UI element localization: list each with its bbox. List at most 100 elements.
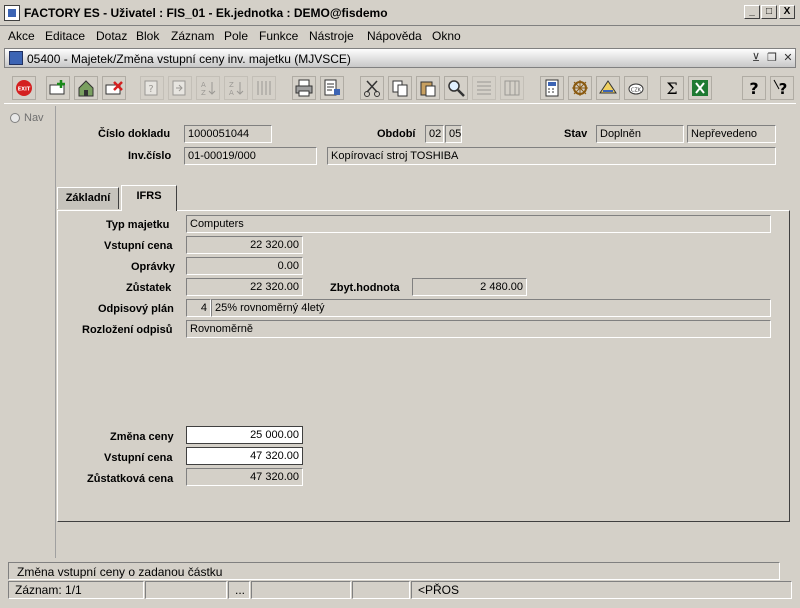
execute-query-button[interactable] bbox=[168, 76, 192, 100]
status-cell-5 bbox=[352, 581, 410, 599]
print-button[interactable] bbox=[292, 76, 316, 100]
nav-radio[interactable] bbox=[10, 113, 20, 123]
sort-asc-button[interactable]: AZ bbox=[196, 76, 220, 100]
nova-vstupni-cena-field[interactable]: 47 320.00 bbox=[186, 447, 303, 465]
zustatkova-cena-label: Zůstatková cena bbox=[87, 473, 174, 485]
status-message: Změna vstupní ceny o zadanou částku bbox=[8, 562, 780, 580]
app-title: FACTORY ES - Uživatel : FIS_01 - Ek.jedn… bbox=[24, 6, 388, 20]
status-cell-2 bbox=[145, 581, 227, 599]
form-close-icon[interactable]: ✕ bbox=[781, 51, 795, 65]
zustatek-field[interactable]: 22 320.00 bbox=[186, 278, 303, 296]
close-button[interactable]: X bbox=[779, 5, 795, 19]
toolbar: EXIT ? AZ ZA CZK Σ ? ? bbox=[4, 72, 796, 104]
nav-label: Nav bbox=[24, 112, 44, 124]
zmena-ceny-input[interactable]: 25 000.00 bbox=[186, 426, 303, 444]
menu-blok[interactable]: Blok bbox=[136, 29, 159, 43]
exit-icon: EXIT bbox=[16, 80, 32, 96]
cut-button[interactable] bbox=[360, 76, 384, 100]
inv-cislo-field[interactable]: 01-00019/000 bbox=[184, 147, 317, 165]
context-help-button[interactable]: ? bbox=[770, 76, 794, 100]
tab-zakladni[interactable]: Základní bbox=[57, 187, 119, 209]
odpisovy-plan-field[interactable]: 25% rovnoměrný 4letý bbox=[211, 299, 771, 317]
print-preview-button[interactable] bbox=[320, 76, 344, 100]
obdobi-label: Období bbox=[377, 128, 416, 140]
menu-akce[interactable]: Akce bbox=[8, 29, 35, 43]
list-button[interactable] bbox=[472, 76, 496, 100]
menu-nastroje[interactable]: Nástroje bbox=[309, 29, 354, 43]
rozlozeni-odpisu-field[interactable]: Rovnoměrně bbox=[186, 320, 771, 338]
zustatkova-cena-field[interactable]: 47 320.00 bbox=[186, 468, 303, 486]
svg-text:?: ? bbox=[148, 84, 153, 95]
menu-funkce[interactable]: Funkce bbox=[259, 29, 298, 43]
sort-multi-button[interactable] bbox=[252, 76, 276, 100]
app-icon bbox=[4, 5, 20, 21]
menu-editace[interactable]: Editace bbox=[45, 29, 85, 43]
currency-button[interactable]: CZK bbox=[624, 76, 648, 100]
obdobi-rok-field[interactable]: 05 bbox=[445, 125, 462, 143]
delete-record-icon bbox=[105, 81, 123, 95]
menu-bar: Akce Editace Dotaz Blok Záznam Pole Funk… bbox=[0, 26, 800, 46]
copy-icon bbox=[392, 80, 408, 97]
calculator-icon bbox=[545, 79, 559, 97]
svg-text:EXIT: EXIT bbox=[18, 87, 31, 93]
svg-text:Z: Z bbox=[229, 81, 234, 89]
menu-okno[interactable]: Okno bbox=[432, 29, 461, 43]
svg-text:Z: Z bbox=[201, 89, 206, 97]
stav-prevedeno-field[interactable]: Nepřevedeno bbox=[687, 125, 776, 143]
calculator-button[interactable] bbox=[540, 76, 564, 100]
popis-majetku-field[interactable]: Kopírovací stroj TOSHIBA bbox=[327, 147, 776, 165]
sort-desc-icon: ZA bbox=[229, 81, 244, 97]
sort-desc-button[interactable]: ZA bbox=[224, 76, 248, 100]
enter-query-button[interactable]: ? bbox=[140, 76, 164, 100]
typ-majetku-field[interactable]: Computers bbox=[186, 215, 771, 233]
excel-export-button[interactable] bbox=[688, 76, 712, 100]
hierarchy-button[interactable] bbox=[596, 76, 620, 100]
maximize-button[interactable]: □ bbox=[761, 5, 777, 19]
svg-text:?: ? bbox=[749, 79, 758, 97]
menu-pole[interactable]: Pole bbox=[224, 29, 248, 43]
menu-napoveda[interactable]: Nápověda bbox=[367, 29, 422, 43]
paste-button[interactable] bbox=[416, 76, 440, 100]
stav-doplnen-field[interactable]: Doplněn bbox=[596, 125, 684, 143]
vstupni-cena-field[interactable]: 22 320.00 bbox=[186, 236, 303, 254]
odpisovy-plan-label: Odpisový plán bbox=[98, 303, 174, 315]
save-button[interactable] bbox=[74, 76, 98, 100]
obdobi-mesic-field[interactable]: 02 bbox=[425, 125, 444, 143]
svg-text:A: A bbox=[229, 89, 234, 97]
find-button[interactable] bbox=[444, 76, 468, 100]
stav-label: Stav bbox=[564, 128, 588, 140]
typ-majetku-label: Typ majetku bbox=[106, 219, 170, 231]
columns-icon bbox=[504, 80, 520, 96]
sum-button[interactable]: Σ bbox=[660, 76, 684, 100]
save-icon bbox=[78, 80, 94, 97]
form-restore-icon[interactable]: ❐ bbox=[765, 51, 779, 65]
context-help-icon: ? bbox=[773, 79, 787, 97]
tab-ifrs[interactable]: IFRS bbox=[121, 185, 177, 211]
opravky-field[interactable]: 0.00 bbox=[186, 257, 303, 275]
delete-record-button[interactable] bbox=[102, 76, 126, 100]
form-window-title: 05400 - Majetek/Změna vstupní ceny inv. … bbox=[27, 52, 351, 66]
insert-record-button[interactable] bbox=[46, 76, 70, 100]
nav-panel: Nav bbox=[4, 106, 56, 558]
status-record-count: Záznam: 1/1 bbox=[8, 581, 144, 599]
currency-icon: CZK bbox=[628, 83, 644, 95]
svg-text:A: A bbox=[201, 81, 206, 89]
help-icon: ? bbox=[749, 79, 758, 97]
odpisovy-plan-kod-field[interactable]: 4 bbox=[186, 299, 211, 317]
help-button[interactable]: ? bbox=[742, 76, 766, 100]
navigation-wheel-button[interactable] bbox=[568, 76, 592, 100]
app-title-bar[interactable]: FACTORY ES - Uživatel : FIS_01 - Ek.jedn… bbox=[0, 0, 800, 26]
minimize-button[interactable]: _ bbox=[744, 5, 760, 19]
columns-button[interactable] bbox=[500, 76, 524, 100]
inv-cislo-label: Inv.číslo bbox=[128, 150, 172, 162]
find-icon bbox=[448, 80, 465, 97]
menu-zaznam[interactable]: Záznam bbox=[171, 29, 214, 43]
form-window-title-bar[interactable]: 05400 - Majetek/Změna vstupní ceny inv. … bbox=[4, 48, 796, 68]
exit-button[interactable]: EXIT bbox=[12, 76, 36, 100]
form-minimize-icon[interactable]: ⊻ bbox=[749, 51, 763, 65]
cislo-dokladu-field[interactable]: 1000051044 bbox=[184, 125, 272, 143]
menu-dotaz[interactable]: Dotaz bbox=[96, 29, 127, 43]
zbyt-hodnota-field[interactable]: 2 480.00 bbox=[412, 278, 527, 296]
print-icon bbox=[295, 79, 313, 97]
copy-button[interactable] bbox=[388, 76, 412, 100]
